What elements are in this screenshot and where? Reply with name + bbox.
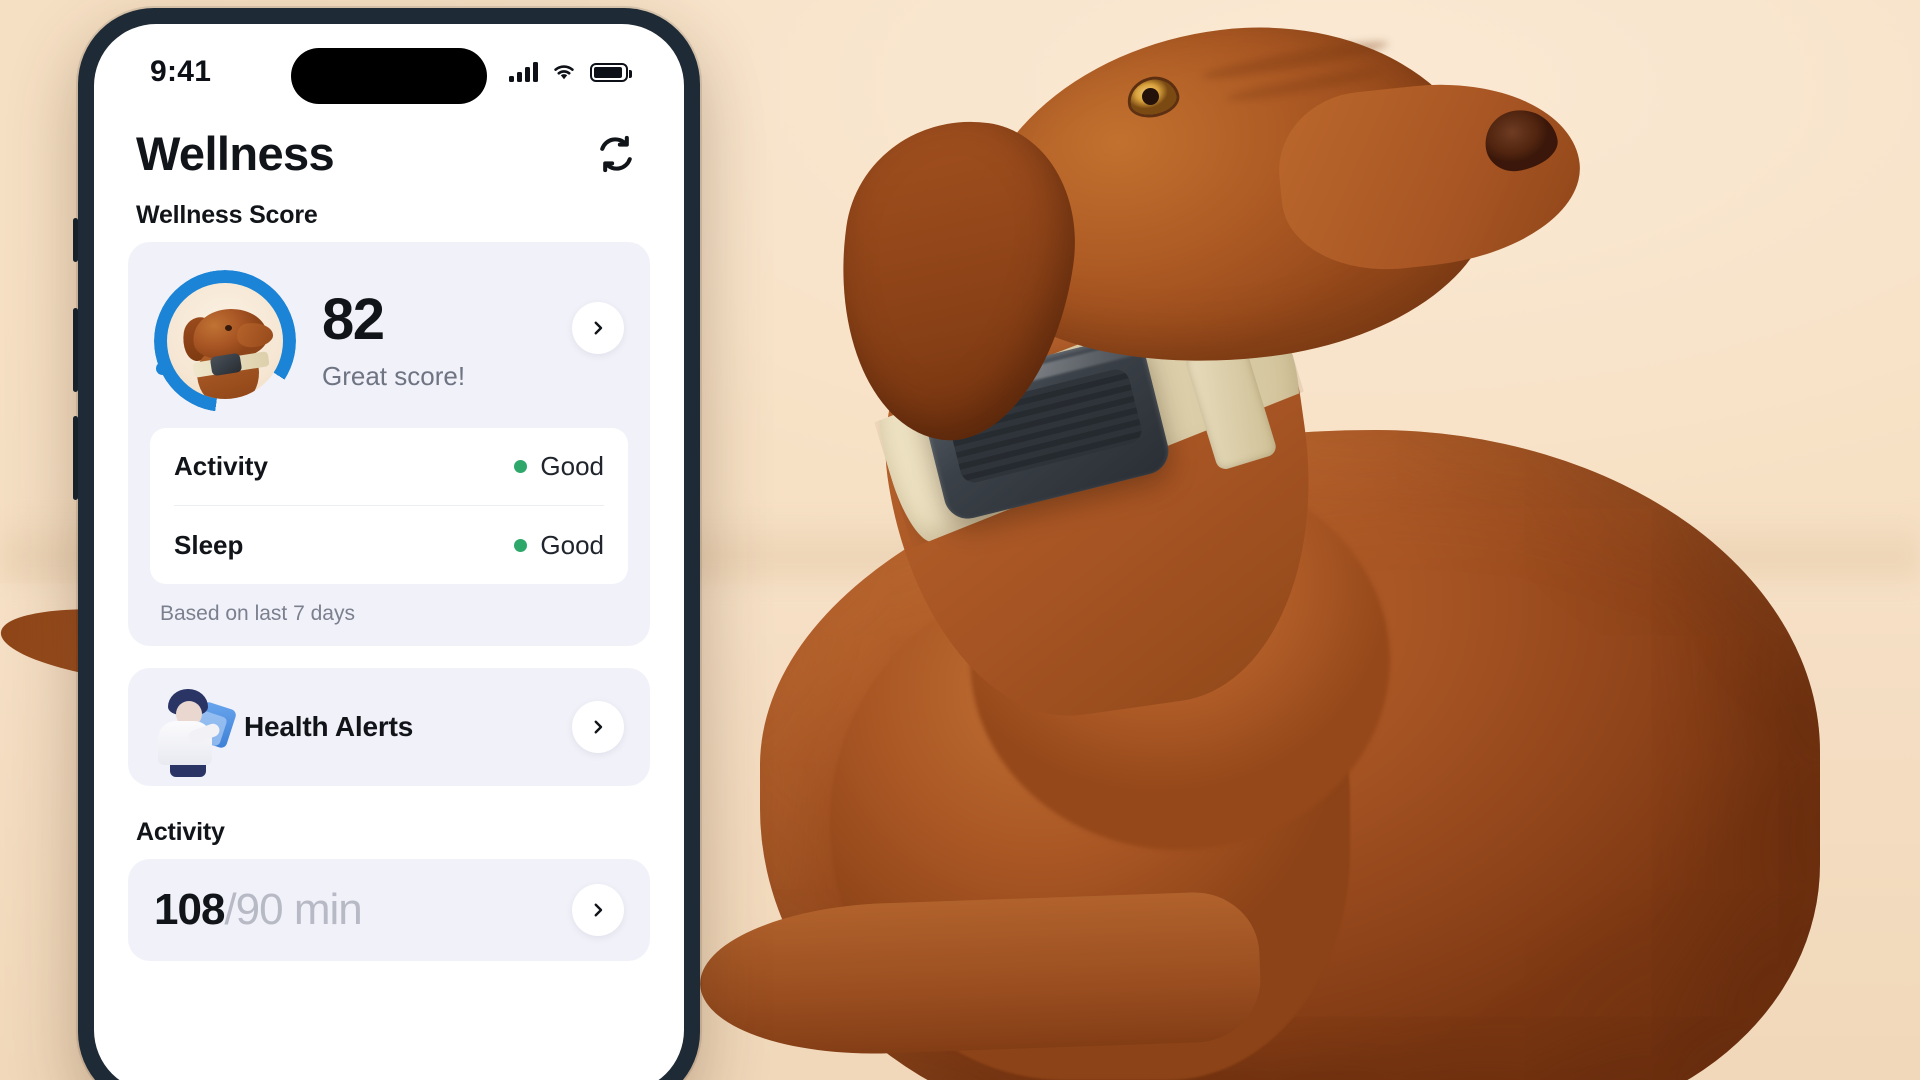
page-title: Wellness [136, 127, 335, 180]
metric-label: Activity [174, 451, 268, 481]
health-alerts-label: Health Alerts [244, 711, 414, 742]
wellness-score-value: 82 [322, 286, 385, 352]
status-dot [514, 460, 528, 473]
health-alerts-card[interactable]: Health Alerts [128, 668, 650, 786]
battery-icon [590, 62, 632, 82]
status-dot [514, 538, 528, 552]
metric-status-group: Good [514, 451, 604, 482]
wellness-score-summary: 82 Great score! [150, 264, 628, 428]
phone-screen: 9:41 Wellness Wellness Score 82 Great sc… [94, 24, 684, 1080]
cellular-signal-icon [509, 62, 538, 82]
avatar-muzzle [236, 321, 274, 349]
volume-up-button[interactable] [73, 308, 78, 392]
activity-chevron-right-icon[interactable] [572, 884, 624, 936]
status-bar: 9:41 [94, 24, 684, 120]
sync-refresh-icon[interactable] [590, 128, 642, 180]
status-bar-indicators [509, 62, 632, 82]
dog-pupil [1142, 88, 1159, 105]
status-bar-clock: 9:41 [150, 55, 212, 88]
health-alerts-chevron-right-icon[interactable] [572, 701, 624, 753]
wellness-score-section-label: Wellness Score [136, 201, 318, 229]
dog-avatar [167, 283, 283, 399]
wellness-score-card[interactable]: 82 Great score! Activity Good Sleep Good… [128, 242, 650, 646]
metric-status-group: Good [514, 530, 604, 561]
app-content: Wellness Wellness Score 82 Great score! … [94, 120, 684, 961]
activity-card[interactable]: 108/90 min [128, 859, 650, 961]
wellness-score-text-group: 82 Great score! [322, 286, 466, 392]
vet-with-tablet-illustration [150, 685, 238, 777]
volume-down-button[interactable] [73, 416, 78, 500]
status-badge: Good [540, 451, 604, 481]
wifi-icon [554, 65, 574, 80]
status-badge: Good [540, 529, 604, 560]
wellness-score-caption: Great score! [322, 360, 466, 391]
activity-value-group: 108/90 min [154, 885, 624, 935]
wellness-score-chevron-right-icon[interactable] [572, 302, 624, 354]
score-ring-cap-start [156, 362, 169, 375]
activity-minutes: 108 [154, 885, 225, 934]
phone-mockup: 9:41 Wellness Wellness Score 82 Great sc… [73, 8, 700, 1080]
app-header: Wellness [128, 120, 650, 191]
activity-goal: /90 min [224, 885, 362, 934]
metric-row-activity[interactable]: Activity Good [174, 428, 604, 506]
dynamic-island [291, 48, 487, 104]
wellness-score-footnote: Based on last 7 days [160, 602, 355, 625]
avatar-eye [225, 325, 232, 331]
activity-section-label: Activity [136, 818, 225, 846]
wellness-score-ring [154, 270, 296, 412]
metric-label: Sleep [174, 529, 244, 560]
metric-row-sleep[interactable]: Sleep Good [174, 506, 604, 584]
dog-photo [0, 0, 1920, 1080]
wellness-metrics-list: Activity Good Sleep Good [150, 428, 628, 584]
mute-switch[interactable] [73, 218, 78, 262]
